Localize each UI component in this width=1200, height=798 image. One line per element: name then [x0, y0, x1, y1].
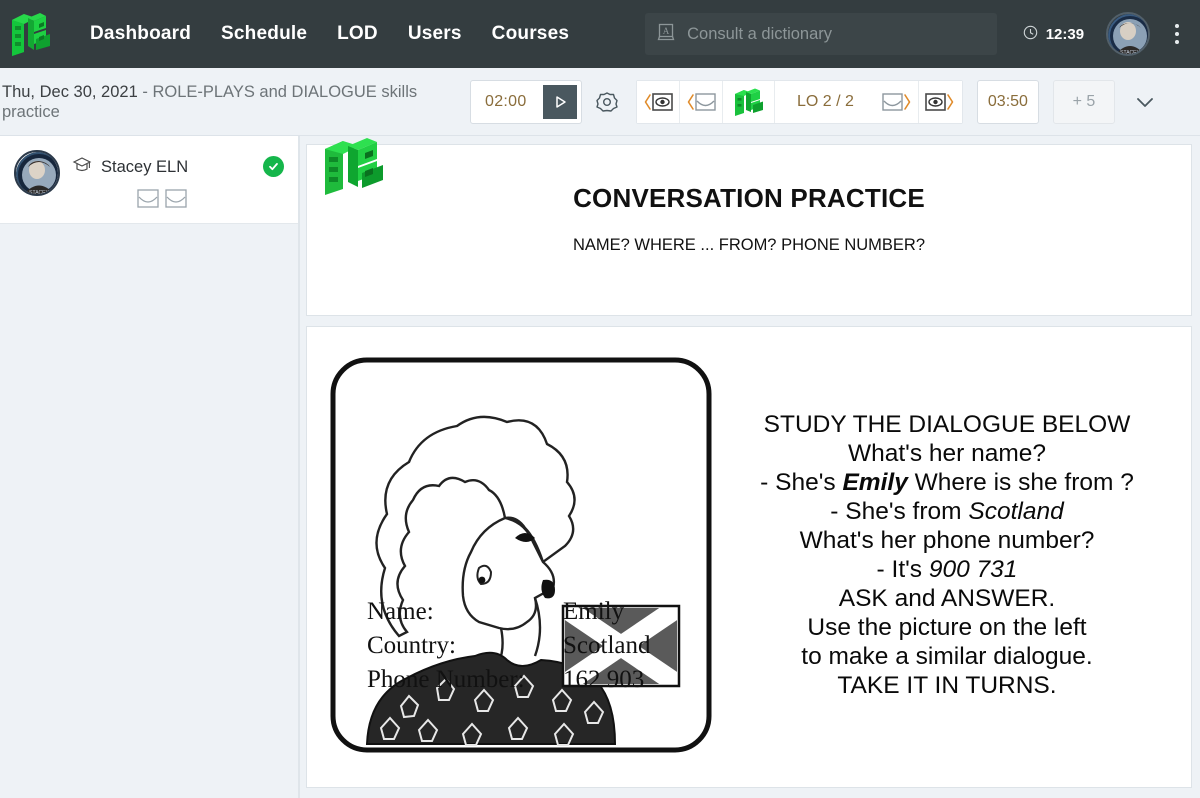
profile-fields: Name: Emily Country: Scotland Phone Numb… [367, 595, 697, 697]
slide-icon-1[interactable] [136, 189, 159, 213]
nav-users[interactable]: Users [408, 23, 462, 45]
top-navigation-bar: Dashboard Schedule LOD Users Courses A C… [0, 0, 1200, 68]
search-input[interactable]: Consult a dictionary [687, 25, 832, 44]
page-subtitle: NAME? WHERE ... FROM? PHONE NUMBER? [572, 236, 926, 254]
slide-navigation-group: LO 2 / 2 [636, 79, 963, 124]
participant-avatar: STACEY [14, 150, 60, 196]
prev-slide-icon[interactable] [680, 80, 723, 123]
avatar[interactable]: STACEY [1106, 12, 1151, 56]
gear-icon[interactable] [594, 89, 620, 115]
lesson-date: Thu, Dec 30, 2021 [2, 82, 138, 101]
svg-text:A: A [663, 26, 670, 36]
field-label-country: Country: [367, 632, 456, 659]
participant-info: Stacey ELN [72, 150, 251, 213]
line3-em: Scotland [968, 498, 1064, 525]
participant-card[interactable]: STACEY Stacey ELN [0, 136, 298, 224]
countdown-timer-pill: 02:00 [470, 79, 582, 124]
field-row-name: Name: Emily [367, 595, 697, 629]
slide-header-inner: CONVERSATION PRACTICE NAME? WHERE ... FR… [307, 145, 1191, 315]
svg-text:STACEY: STACEY [29, 190, 49, 196]
dialogue-text-block: STUDY THE DIALOGUE BELOW What's her name… [727, 410, 1173, 700]
dialogue-line-0: STUDY THE DIALOGUE BELOW [763, 411, 1131, 438]
dictionary-icon: A [657, 23, 675, 46]
dialogue-line-8: to make a similar dialogue. [801, 643, 1093, 670]
kebab-menu-icon[interactable] [1168, 21, 1186, 47]
line3-pre: - She's from [830, 498, 969, 525]
header-clock: 12:39 [1023, 25, 1084, 44]
dialogue-line-4: What's her phone number? [799, 527, 1095, 554]
line5-em: 900 731 [928, 556, 1018, 583]
slide-main-card: STUDY THE DIALOGUE BELOW What's her name… [306, 326, 1192, 788]
dialogue-line-1: What's her name? [847, 440, 1047, 467]
field-value-country: Scotland [563, 632, 651, 659]
line2-pre: - She's [760, 469, 843, 496]
title-separator: - [137, 82, 153, 101]
lesson-title-block: Thu, Dec 30, 2021 - ROLE-PLAYS and DIALO… [0, 82, 470, 122]
dialogue-line-9: TAKE IT IN TURNS. [837, 672, 1057, 699]
green-book-icon[interactable] [723, 80, 775, 123]
dialogue-line-6: ASK and ANSWER. [838, 585, 1056, 612]
field-label-phone: Phone Number: [367, 666, 525, 693]
nav-courses[interactable]: Courses [492, 23, 569, 45]
extra-time-pill[interactable]: + 5 [1052, 79, 1115, 124]
prev-eye-icon[interactable] [637, 80, 680, 123]
current-time: 12:39 [1045, 25, 1085, 43]
clock-icon [1023, 25, 1038, 44]
el-green-logo [317, 136, 397, 199]
slide-icon-2[interactable] [164, 189, 187, 213]
nav-dashboard[interactable]: Dashboard [90, 23, 191, 45]
next-slide-icon[interactable] [875, 80, 919, 123]
lesson-content-area: CONVERSATION PRACTICE NAME? WHERE ... FR… [300, 136, 1200, 798]
participants-sidebar: STACEY Stacey ELN [0, 136, 300, 798]
graduate-cap-icon [72, 155, 92, 180]
field-row-phone: Phone Number: 162 903 [367, 663, 697, 697]
countdown-value: 02:00 [485, 92, 527, 110]
chevron-down-icon[interactable] [1131, 88, 1159, 116]
field-value-phone: 162 903 [563, 666, 645, 693]
next-eye-icon[interactable] [918, 80, 962, 123]
slide-header-card: CONVERSATION PRACTICE NAME? WHERE ... FR… [306, 138, 1192, 316]
dictionary-search-box[interactable]: A Consult a dictionary [645, 13, 997, 55]
dialogue-line-5: - It's 900 731 [727, 555, 1167, 584]
field-row-country: Country: Scotland [367, 629, 697, 663]
dialogue-line-2: - She's Emily Where is she from ? [727, 468, 1167, 497]
field-value-name: Emily [563, 598, 625, 625]
participant-name: Stacey ELN [101, 158, 189, 176]
participant-actions [72, 189, 251, 213]
slide-main-inner: STUDY THE DIALOGUE BELOW What's her name… [307, 327, 1191, 787]
dialogue-line-7: Use the picture on the left [807, 614, 1087, 641]
line2-em: Emily [842, 469, 908, 496]
check-circle-icon [263, 156, 284, 177]
field-label-name: Name: [367, 598, 434, 625]
lo-counter: LO 2 / 2 [797, 92, 854, 110]
lesson-toolbar: Thu, Dec 30, 2021 - ROLE-PLAYS and DIALO… [0, 68, 1200, 136]
nav-lod[interactable]: LOD [337, 23, 378, 45]
elapsed-time-pill: 03:50 [976, 79, 1039, 124]
line5-pre: - It's [876, 556, 929, 583]
el-green-logo[interactable] [6, 8, 58, 60]
primary-nav-links: Dashboard Schedule LOD Users Courses [90, 23, 569, 45]
main-body: STACEY Stacey ELN CONVERSATION PRACTICE … [0, 136, 1200, 798]
page-title: CONVERSATION PRACTICE [573, 183, 925, 213]
dialogue-line-3: - She's from Scotland [727, 497, 1167, 526]
play-icon[interactable] [543, 84, 577, 119]
participant-name-row: Stacey ELN [72, 155, 251, 180]
line2-post: Where is she from ? [907, 469, 1134, 496]
nav-schedule[interactable]: Schedule [221, 23, 307, 45]
svg-text:STACEY: STACEY [1120, 50, 1140, 56]
